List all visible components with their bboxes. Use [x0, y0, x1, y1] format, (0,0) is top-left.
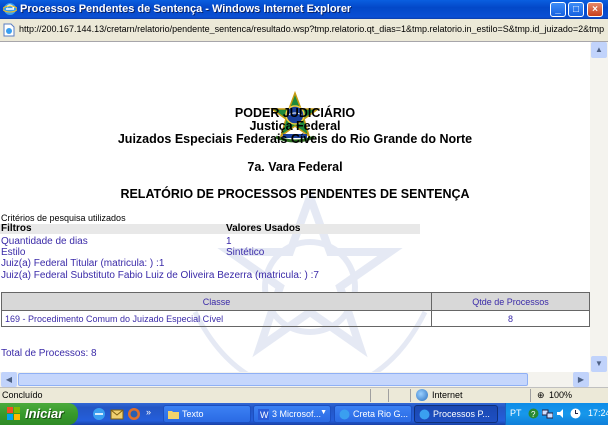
- taskbar-button-label: 3 Microsof...: [272, 409, 322, 419]
- internet-explorer-icon: [339, 409, 350, 420]
- start-label: Iniciar: [25, 406, 64, 421]
- classe-column-header: Classe: [1, 292, 432, 311]
- close-button[interactable]: ×: [587, 2, 603, 17]
- scroll-right-icon[interactable]: ▶: [573, 372, 589, 387]
- vara-title: 7a. Vara Federal: [247, 160, 343, 174]
- vertical-scrollbar[interactable]: ▲ ▼: [590, 42, 608, 387]
- window-title: Processos Pendentes de Sentença - Window…: [20, 3, 352, 15]
- svg-text:W: W: [260, 410, 269, 420]
- taskbar-button-processos[interactable]: Processos P...: [414, 405, 498, 423]
- system-tray: PT ? 17:24: [505, 403, 608, 425]
- report-title: RELATÓRIO DE PROCESSOS PENDENTES DE SENT…: [120, 187, 470, 201]
- internet-explorer-quicklaunch-icon[interactable]: [92, 407, 106, 421]
- language-indicator[interactable]: PT: [510, 408, 522, 418]
- judge-substituto: Juiz(a) Federal Substituto Fabio Luiz de…: [1, 270, 319, 281]
- results-table: Classe Qtde de Processos 169 - Procedime…: [1, 292, 590, 327]
- clock[interactable]: 17:24: [588, 408, 608, 418]
- classe-cell[interactable]: 169 - Procedimento Comum do Juizado Espe…: [1, 310, 432, 327]
- taskbar: Iniciar » Texto W 3 Microsof... ▼ Creta …: [0, 403, 608, 425]
- horizontal-scroll-thumb[interactable]: [18, 373, 528, 386]
- zone-label: Internet: [432, 390, 463, 400]
- minimize-button[interactable]: _: [550, 2, 566, 17]
- taskbar-button-texto[interactable]: Texto: [163, 405, 251, 423]
- word-icon: W: [258, 409, 269, 420]
- maximize-button[interactable]: □: [568, 2, 584, 17]
- criteria-header-row: [0, 224, 420, 234]
- volume-tray-icon[interactable]: [556, 408, 567, 419]
- page-content: PODER JUDICIÁRIO Justiça Federal Juizado…: [0, 42, 590, 387]
- taskbar-button-label: Processos P...: [433, 409, 490, 419]
- svg-text:?: ?: [531, 410, 536, 419]
- judge-titular: Juiz(a) Federal Titular (matricula: ) :1: [1, 258, 165, 269]
- filter-label: Quantidade de dias: [1, 236, 88, 247]
- horizontal-scrollbar[interactable]: ◀ ▶: [0, 372, 590, 387]
- title-bar[interactable]: Processos Pendentes de Sentença - Window…: [0, 0, 608, 19]
- coat-of-arms-watermark-icon: [192, 192, 428, 387]
- scroll-left-icon[interactable]: ◀: [1, 372, 17, 387]
- filter-value: Sintético: [226, 247, 265, 258]
- network-tray-icon[interactable]: [542, 408, 553, 419]
- clock-tray-icon[interactable]: [570, 408, 581, 419]
- chevron-down-icon: ▼: [320, 409, 327, 416]
- status-divider: [410, 389, 411, 402]
- qtde-cell[interactable]: 8: [431, 310, 590, 327]
- internet-explorer-icon: [419, 409, 430, 420]
- header-poder-judiciario: PODER JUDICIÁRIO: [234, 106, 356, 120]
- criteria-caption: Critérios de pesquisa utilizados: [1, 213, 126, 223]
- status-text: Concluído: [2, 390, 43, 400]
- status-bar: Concluído Internet ⊕ 100%: [0, 387, 608, 403]
- taskbar-button-creta[interactable]: Creta Rio G...: [334, 405, 412, 423]
- status-divider: [388, 389, 389, 402]
- filter-label: Estilo: [1, 247, 26, 258]
- header-justica-federal: Justiça Federal: [249, 119, 341, 133]
- start-button[interactable]: Iniciar: [0, 403, 78, 425]
- table-row: 169 - Procedimento Comum do Juizado Espe…: [1, 310, 590, 327]
- outlook-quicklaunch-icon[interactable]: [110, 407, 124, 421]
- taskbar-button-microsoft[interactable]: W 3 Microsof... ▼: [253, 405, 331, 423]
- address-bar[interactable]: http://200.167.144.13/cretarn/relatorio/…: [0, 19, 608, 42]
- filters-column-header: Filtros: [1, 223, 32, 234]
- taskbar-button-label: Texto: [182, 409, 204, 419]
- page-icon: [3, 23, 15, 37]
- url-field[interactable]: http://200.167.144.13/cretarn/relatorio/…: [19, 24, 605, 34]
- scroll-up-icon[interactable]: ▲: [591, 42, 607, 58]
- values-column-header: Valores Usados: [226, 223, 301, 234]
- windows-logo-icon: [7, 407, 20, 420]
- qtde-column-header: Qtde de Processos: [431, 292, 590, 311]
- firefox-quicklaunch-icon[interactable]: [127, 407, 141, 421]
- status-divider: [530, 389, 531, 402]
- help-tray-icon[interactable]: ?: [528, 408, 539, 419]
- header-juizados: Juizados Especiais Federais Cíveis do Ri…: [117, 132, 473, 146]
- status-divider: [370, 389, 371, 402]
- zoom-level[interactable]: 100%: [549, 390, 572, 400]
- taskbar-button-label: Creta Rio G...: [353, 409, 409, 419]
- total-processos: Total de Processos: 8: [1, 348, 97, 359]
- internet-explorer-icon: [3, 3, 17, 15]
- internet-zone-icon: [416, 389, 428, 401]
- scroll-down-icon[interactable]: ▼: [591, 356, 607, 372]
- quicklaunch-expand-icon[interactable]: »: [146, 407, 151, 417]
- filter-value: 1: [226, 236, 232, 247]
- zoom-icon[interactable]: ⊕: [537, 390, 545, 401]
- folder-icon: [168, 411, 179, 419]
